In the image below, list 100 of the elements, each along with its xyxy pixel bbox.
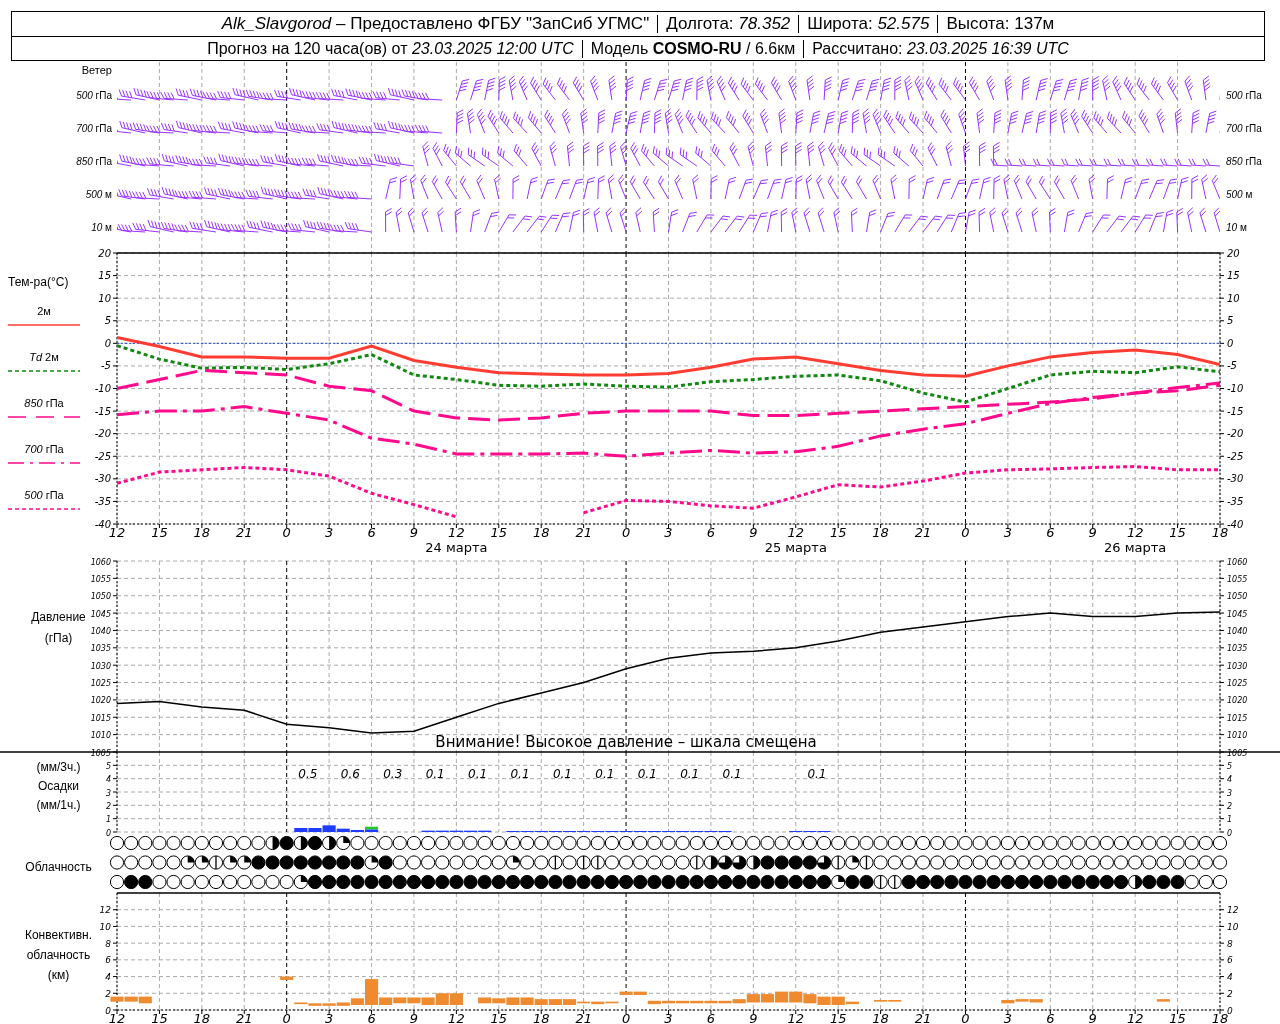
axis-tick-label: 6 bbox=[367, 525, 376, 540]
axis-tick-label: 20 bbox=[98, 247, 111, 259]
axis-tick-label: 21 bbox=[236, 1011, 253, 1024]
axis-tick-label: 0 bbox=[961, 1011, 970, 1024]
axis-tick-label: 18 bbox=[1211, 525, 1229, 540]
axis-tick-label: 6 bbox=[1046, 1011, 1055, 1024]
axis-tick-label: 0 bbox=[621, 1011, 631, 1024]
legend-label: 2м bbox=[37, 304, 51, 319]
axis-tick-label: 1025 bbox=[90, 679, 111, 689]
axis-tick-label: 6 bbox=[706, 525, 716, 540]
section-title: (мм/1ч.) bbox=[36, 797, 81, 814]
axis-tick-label: 5 bbox=[1227, 761, 1233, 771]
day-label: 24 марта bbox=[425, 540, 488, 555]
axis-tick-label: 0 bbox=[1227, 337, 1234, 349]
axis-tick-label: 1025 bbox=[1227, 679, 1248, 689]
header-text: Рассчитано: 23.03.2025 16:39 UTC bbox=[803, 39, 1077, 58]
axis-tick-label: 12 bbox=[448, 1011, 465, 1024]
axis-tick-label: 1010 bbox=[1227, 731, 1248, 741]
axis-tick-label: 3 bbox=[664, 1011, 673, 1024]
axis-tick-label: 15 bbox=[1169, 525, 1186, 540]
axis-tick-label: -10 bbox=[94, 383, 111, 394]
level-label: 500 м bbox=[85, 188, 112, 202]
axis-tick-label: 10 bbox=[1227, 921, 1239, 932]
axis-tick-label: 8 bbox=[105, 938, 111, 949]
legend-label: 850 гПа bbox=[24, 396, 64, 411]
axis-tick-label: 15 bbox=[1227, 270, 1240, 282]
axis-tick-label: 5 bbox=[104, 315, 111, 327]
axis-tick-label: 5 bbox=[105, 761, 111, 771]
unit-label: (гПа) bbox=[44, 630, 73, 647]
section-title: Облачность bbox=[25, 859, 92, 876]
axis-tick-label: 6 bbox=[367, 1011, 376, 1024]
legend-label: 700 гПа bbox=[24, 442, 64, 457]
axis-tick-label: 20 bbox=[1227, 247, 1240, 259]
axis-tick-label: -5 bbox=[1227, 360, 1237, 372]
precipitation-amount: 0.1 bbox=[552, 767, 572, 781]
axis-tick-label: -25 bbox=[1227, 450, 1244, 462]
axis-tick-label: 21 bbox=[575, 525, 592, 540]
axis-tick-label: 1035 bbox=[1227, 644, 1248, 654]
axis-tick-label: 9 bbox=[1088, 1011, 1097, 1024]
axis-tick-label: 1020 bbox=[90, 696, 111, 706]
precipitation-amount: 0.1 bbox=[637, 767, 657, 781]
section-title: (мм/3ч.) bbox=[36, 759, 81, 776]
day-label: 25 марта bbox=[764, 540, 827, 555]
axis-tick-label: 0 bbox=[1227, 1005, 1233, 1016]
axis-tick-label: 10 bbox=[98, 292, 111, 304]
axis-tick-label: 21 bbox=[575, 1011, 592, 1024]
axis-tick-label: 18 bbox=[193, 525, 211, 540]
axis-tick-label: -40 bbox=[1227, 518, 1244, 530]
level-label: 10 м bbox=[91, 221, 112, 235]
header-text: Долгота: 78.352 bbox=[657, 15, 799, 33]
axis-tick-label: 6 bbox=[105, 955, 111, 966]
axis-tick-label: 21 bbox=[914, 525, 932, 540]
axis-tick-label: 6 bbox=[1046, 525, 1055, 540]
axis-tick-label: 1050 bbox=[90, 592, 111, 602]
axis-tick-label: 3 bbox=[1003, 525, 1013, 540]
axis-tick-label: -20 bbox=[1227, 428, 1244, 440]
axis-tick-label: 15 bbox=[1169, 1011, 1186, 1024]
section-title: Тем-ра(°C) bbox=[8, 274, 69, 291]
axis-tick-label: 0 bbox=[1227, 828, 1233, 838]
level-label: 700 гПа bbox=[76, 122, 112, 136]
axis-tick-label: 9 bbox=[749, 1011, 758, 1024]
level-label: 850 гПа bbox=[76, 155, 112, 169]
axis-tick-label: 9 bbox=[409, 1011, 419, 1024]
precipitation-amount: 0.6 bbox=[340, 767, 360, 781]
axis-tick-label: 1010 bbox=[90, 731, 111, 741]
level-label: 700 гПа bbox=[1226, 122, 1262, 136]
legend-label: 500 гПа bbox=[24, 488, 64, 503]
axis-tick-label: 1040 bbox=[1227, 626, 1248, 636]
axis-tick-label: 0 bbox=[961, 525, 970, 540]
level-label: 500 гПа bbox=[1226, 89, 1262, 103]
axis-tick-label: 0 bbox=[282, 1011, 291, 1024]
level-label: 500 м bbox=[1226, 188, 1253, 202]
axis-tick-label: 21 bbox=[236, 525, 253, 540]
axis-tick-label: 1 bbox=[105, 815, 111, 825]
warning-note: Внимание! Высокое давление – шкала смещена bbox=[435, 733, 817, 751]
axis-tick-label: -30 bbox=[1227, 473, 1244, 485]
axis-tick-label: 15 bbox=[829, 1011, 847, 1024]
axis-tick-label: 9 bbox=[1088, 525, 1097, 540]
section-title: Конвективн. bbox=[24, 927, 93, 944]
axis-tick-label: 5 bbox=[1227, 315, 1234, 327]
axis-tick-label: 3 bbox=[1227, 788, 1233, 798]
level-label: 10 м bbox=[1226, 221, 1247, 235]
axis-tick-label: 0 bbox=[282, 525, 291, 540]
axis-tick-label: 18 bbox=[532, 525, 550, 540]
precipitation-amount: 0.1 bbox=[595, 767, 615, 781]
axis-tick-label: 1060 bbox=[90, 557, 111, 567]
day-label: 26 марта bbox=[1104, 540, 1167, 555]
precipitation-amount: 0.1 bbox=[680, 767, 700, 781]
axis-tick-label: 4 bbox=[1227, 972, 1233, 983]
axis-tick-label: 6 bbox=[706, 1011, 716, 1024]
axis-tick-label: 2 bbox=[105, 801, 111, 811]
axis-tick-label: -35 bbox=[1227, 495, 1244, 507]
axis-tick-label: 12 bbox=[99, 905, 111, 916]
axis-tick-label: 15 bbox=[490, 1011, 508, 1024]
axis-tick-label: 0 bbox=[105, 1005, 111, 1016]
section-title: Осадки bbox=[38, 778, 79, 795]
axis-tick-label: 1030 bbox=[1227, 661, 1248, 671]
axis-tick-label: 1055 bbox=[90, 574, 111, 584]
axis-tick-label: 15 bbox=[98, 270, 111, 282]
axis-tick-label: 1 bbox=[1227, 815, 1233, 825]
